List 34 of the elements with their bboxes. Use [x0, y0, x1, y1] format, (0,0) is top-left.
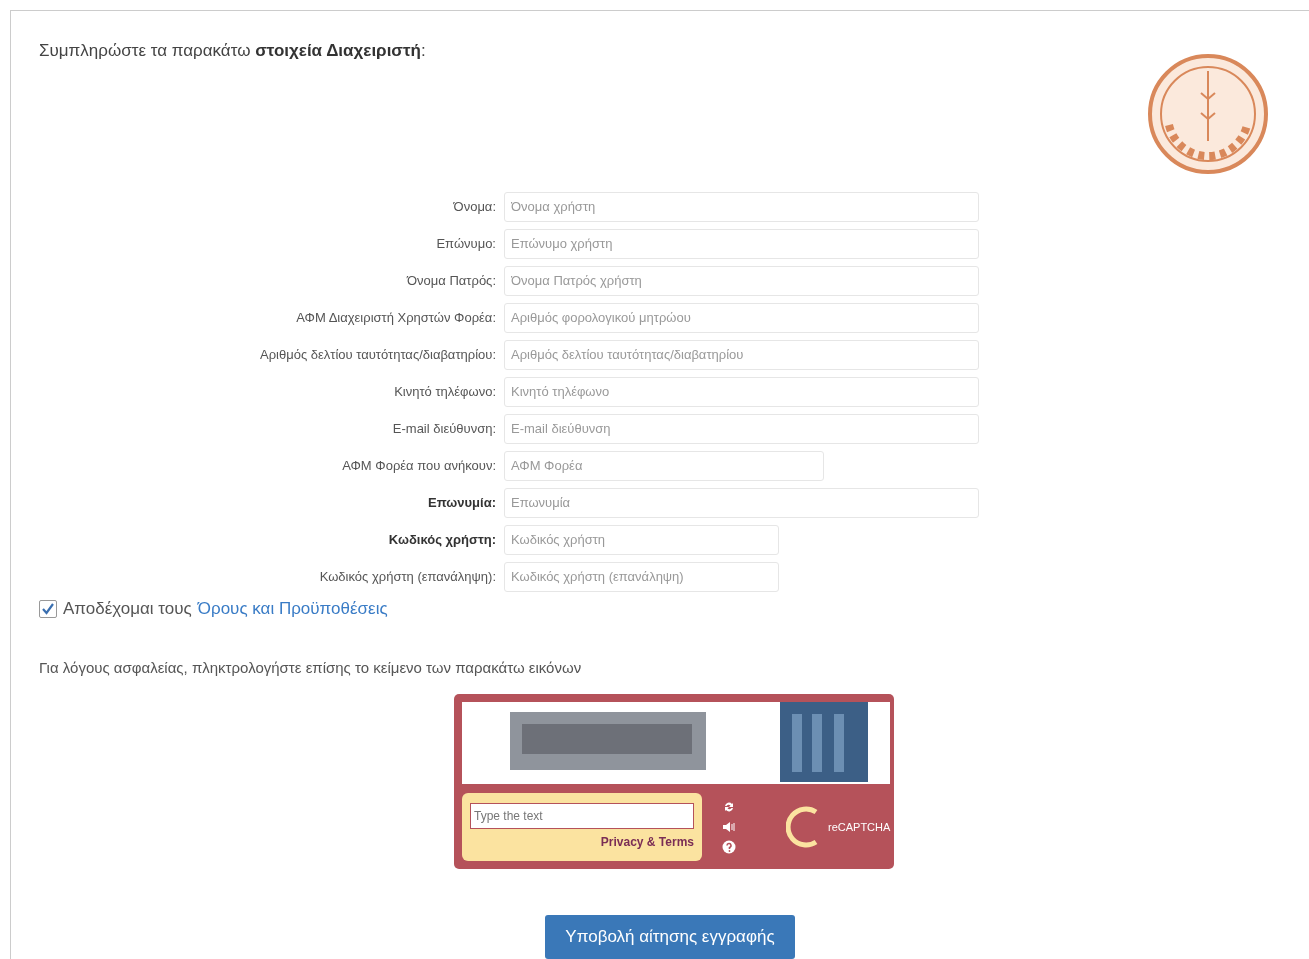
field-label: Όνομα Πατρός: [405, 273, 496, 288]
field-label: Αριθμός δελτίου ταυτότητας/διαβατηρίου: [259, 347, 496, 362]
help-icon[interactable] [722, 839, 736, 854]
field-label: Επώνυμο: [435, 236, 496, 251]
captcha-instruction: Για λόγους ασφαλείας, πληκτρολογήστε επίσης το κείμενο των παρακάτω εικόνων [39, 659, 583, 676]
input-field[interactable]: ΑΦΜ Φορέα [504, 450, 824, 481]
submit-button[interactable]: Υποβολή αίτησης εγγραφής [545, 915, 795, 959]
input-field[interactable]: Κωδικός χρήστη [504, 524, 779, 555]
field-label: Κινητό τηλέφωνο: [393, 384, 496, 399]
field-label: Κωδικός χρήστη: [387, 532, 496, 547]
input-field[interactable]: Αριθμός δελτίου ταυτότητας/διαβατηρίου [504, 339, 979, 370]
field-label: Επωνυμία: [427, 495, 496, 510]
input-field[interactable]: Κωδικός χρήστη (επανάληψη) [504, 561, 779, 592]
speaker-icon[interactable] [722, 819, 736, 834]
checkbox[interactable] [39, 600, 57, 618]
input-field[interactable]: Επώνυμο χρήστη [504, 228, 979, 259]
field-label: E-mail διεύθυνση: [391, 421, 496, 436]
privacy-terms-link[interactable]: Privacy & Terms [600, 834, 694, 849]
form-heading: Συμπληρώστε τα παρακάτω στοιχεία Διαχειριστή: [39, 41, 426, 61]
field-label: Όνομα: [452, 199, 496, 214]
field-label: Κωδικός χρήστη (επανάληψη): [318, 569, 496, 584]
input-field[interactable]: Κινητό τηλέφωνο [504, 376, 979, 407]
input-field[interactable]: Αριθμός φορολογικού μητρώου [504, 302, 979, 333]
input-field[interactable]: Όνομα Πατρός χρήστη [504, 265, 979, 296]
terms-link[interactable]: Όρους και Προϋποθέσεις [197, 599, 388, 619]
input-field[interactable]: Όνομα χρήστη [504, 191, 979, 222]
field-label: ΑΦΜ Φορέα που ανήκουν: [341, 458, 496, 473]
captcha-input[interactable]: Type the text [470, 802, 694, 829]
terms-text: Αποδέχομαι τους [63, 599, 192, 619]
seal-logo-icon [1147, 53, 1269, 175]
input-field[interactable]: E-mail διεύθυνση [504, 413, 979, 444]
field-label: ΑΦΜ Διαχειριστή Χρηστών Φορέα: [295, 310, 496, 325]
input-field[interactable]: Επωνυμία [504, 487, 979, 518]
brand-text: reCAPTCHA [828, 820, 891, 833]
